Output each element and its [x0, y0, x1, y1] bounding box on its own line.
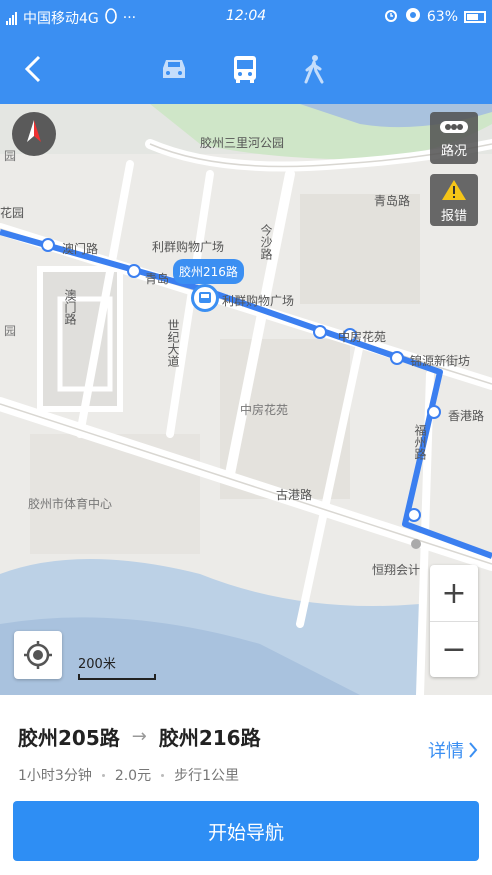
traffic-label: 路况 — [440, 144, 467, 159]
fare: 2.0元 — [114, 768, 152, 784]
location-icon — [405, 7, 421, 27]
warning-icon — [442, 180, 466, 200]
crosshair-icon — [24, 641, 52, 669]
separator-dot — [161, 773, 165, 777]
zoom-out-button[interactable]: − — [430, 621, 478, 677]
bus-icon — [199, 292, 211, 303]
walk-icon — [304, 55, 324, 84]
mode-walk-button[interactable] — [297, 52, 331, 86]
report-error-button[interactable]: 报错 — [430, 174, 478, 226]
map-label-liuzhou-road: 澳门路 — [63, 289, 77, 325]
separator-dot — [101, 773, 105, 777]
traffic-icon — [440, 121, 468, 133]
map-scale: 200米 — [78, 653, 156, 680]
traffic-button[interactable]: 路况 — [430, 112, 478, 164]
locate-me-button[interactable] — [14, 631, 62, 679]
battery-icon — [464, 11, 486, 23]
map-label-hengtai: 恒翔会计 — [372, 563, 421, 577]
map-label-xianggang-road: 香港路 — [448, 409, 485, 423]
back-button[interactable] — [16, 52, 50, 86]
from-route: 胶州205路 — [18, 726, 120, 750]
to-route: 胶州216路 — [158, 726, 261, 750]
map-label-qingdao-road: 青岛路 — [374, 194, 411, 208]
bus-line-bubble[interactable]: 胶州216路 — [173, 259, 244, 284]
map-label-shiji-avenue: 世纪大道 — [166, 319, 180, 367]
chevron-right-icon — [469, 742, 478, 758]
map-label-gym: 胶州市体育中心 — [28, 497, 113, 511]
compass-button[interactable] — [12, 112, 56, 156]
bus-icon — [234, 56, 256, 83]
arrow-right-icon: → — [131, 726, 147, 747]
route-meta: 1小时3分钟 2.0元 步行1公里 — [18, 765, 239, 785]
walk-distance: 步行1公里 — [174, 768, 240, 784]
map-label-huayuan: 中房花苑 — [338, 330, 387, 344]
alarm-icon — [383, 7, 399, 27]
zoom-in-button[interactable]: + — [430, 565, 478, 621]
start-navigation-button[interactable]: 开始导航 — [13, 801, 479, 861]
details-link[interactable]: 详情 — [428, 737, 478, 763]
map-label-mall2: 利群购物广场 — [222, 294, 295, 308]
route-panel: 胶州205路 → 胶州216路 详情 1小时3分钟 2.0元 步行1公里 开始导… — [0, 695, 492, 875]
map-label-qing: 青岛 — [145, 272, 170, 286]
map-label-jinsha-road: 今沙路 — [259, 224, 273, 260]
battery-text: 63% — [426, 9, 458, 25]
map-label-jinyuan: 锦源新街坊 — [410, 354, 471, 368]
map-label-fuzhou-road: 福州路 — [413, 424, 427, 460]
nav-bar — [0, 34, 492, 104]
duration: 1小时3分钟 — [18, 768, 92, 784]
chevron-left-icon — [24, 55, 41, 83]
compass-icon — [27, 120, 41, 142]
scale-label: 200米 — [78, 657, 116, 672]
status-right: 63% — [383, 7, 486, 27]
map-base — [0, 104, 492, 695]
car-icon — [163, 60, 185, 78]
screen: 中国移动4G ··· 12:04 63% 胶州三里河公园 利群购物广场 利群购物… — [0, 0, 492, 875]
map-label-garden-mid: 园 — [4, 324, 17, 338]
mode-car-button[interactable] — [157, 52, 191, 86]
map-label-huayuan-block: 中房花苑 — [240, 403, 289, 417]
scale-bar — [78, 674, 156, 680]
mode-bus-button[interactable] — [228, 52, 262, 86]
report-error-label: 报错 — [440, 209, 467, 224]
bus-stop-marker[interactable] — [191, 284, 219, 312]
map-label-mall1: 利群购物广场 — [152, 240, 225, 254]
zoom-controls: + − — [430, 565, 478, 677]
map-label-ao-road: 澳门路 — [62, 242, 99, 256]
map-label-gugang-road: 古港路 — [276, 488, 313, 502]
map-view[interactable]: 胶州三里河公园 利群购物广场 利群购物广场 青岛路 青岛 今沙路 澳门路 澳门路… — [0, 104, 492, 695]
map-label-park: 胶州三里河公园 — [200, 136, 285, 150]
route-summary: 胶州205路 → 胶州216路 — [18, 722, 261, 751]
status-bar: 中国移动4G ··· 12:04 63% — [0, 0, 492, 34]
details-label: 详情 — [428, 741, 464, 762]
map-label-garden-left: 花园 — [0, 206, 25, 220]
